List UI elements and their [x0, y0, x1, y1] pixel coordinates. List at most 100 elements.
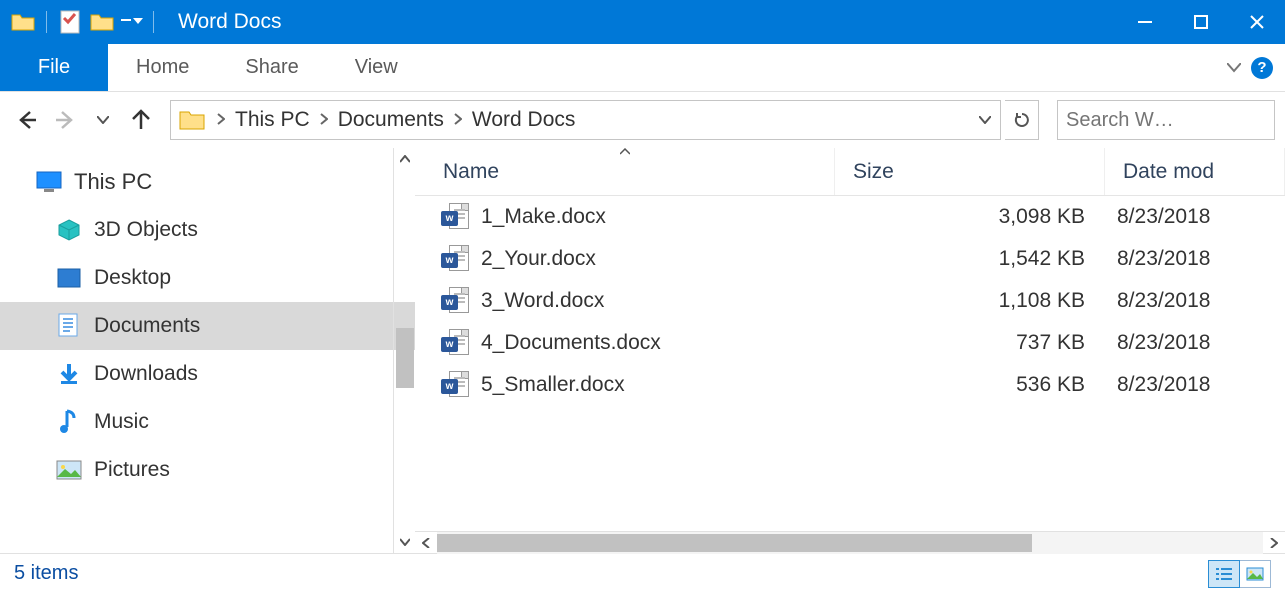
scroll-up-icon[interactable] — [394, 148, 415, 170]
address-bar[interactable]: This PC Documents Word Docs — [170, 100, 1001, 140]
up-button[interactable] — [124, 103, 158, 137]
file-size: 1,542 KB — [835, 247, 1105, 271]
titlebar: Word Docs — [0, 0, 1285, 44]
tree-pictures[interactable]: Pictures — [0, 446, 415, 494]
ribbon-collapse-icon[interactable] — [1227, 57, 1241, 78]
tab-share[interactable]: Share — [217, 44, 326, 91]
search-box[interactable] — [1057, 100, 1275, 140]
qat-separator — [46, 11, 47, 33]
file-name: 3_Word.docx — [481, 289, 604, 313]
tab-view[interactable]: View — [327, 44, 426, 91]
tree-documents[interactable]: Documents — [0, 302, 415, 350]
file-row[interactable]: w 3_Word.docx 1,108 KB 8/23/2018 — [415, 280, 1285, 322]
docx-icon: w — [443, 371, 469, 399]
tree-label: Music — [94, 410, 149, 434]
file-pane: Name Size Date mod w 1_Make.docx 3,098 K… — [415, 148, 1285, 553]
status-item-count: 5 items — [14, 562, 78, 585]
file-name: 2_Your.docx — [481, 247, 596, 271]
refresh-button[interactable] — [1005, 100, 1039, 140]
nav-scrollbar[interactable] — [393, 148, 415, 553]
title-separator — [153, 11, 154, 33]
search-input[interactable] — [1066, 109, 1285, 132]
tab-home[interactable]: Home — [108, 44, 217, 91]
column-date-label: Date mod — [1123, 160, 1214, 184]
file-size: 536 KB — [835, 373, 1105, 397]
file-date: 8/23/2018 — [1105, 247, 1285, 271]
qat-newfolder-icon[interactable] — [89, 9, 115, 35]
file-name: 4_Documents.docx — [481, 331, 661, 355]
forward-button[interactable] — [48, 103, 82, 137]
file-row[interactable]: w 4_Documents.docx 737 KB 8/23/2018 — [415, 322, 1285, 364]
address-folder-icon — [177, 105, 207, 135]
sort-indicator-icon — [620, 146, 630, 158]
cube-icon — [56, 217, 82, 243]
docx-icon: w — [443, 329, 469, 357]
scroll-right-icon[interactable] — [1263, 532, 1285, 554]
back-button[interactable] — [10, 103, 44, 137]
address-dropdown-icon[interactable] — [970, 116, 1000, 124]
pictures-icon — [56, 457, 82, 483]
view-details-button[interactable] — [1208, 560, 1240, 588]
download-icon — [56, 361, 82, 387]
tree-label: Pictures — [94, 458, 170, 482]
chevron-right-icon[interactable] — [316, 112, 332, 128]
breadcrumb-current[interactable]: Word Docs — [466, 108, 581, 132]
view-thumbnails-button[interactable] — [1239, 560, 1271, 588]
nav-row: This PC Documents Word Docs — [0, 92, 1285, 148]
file-row[interactable]: w 2_Your.docx 1,542 KB 8/23/2018 — [415, 238, 1285, 280]
ribbon: File Home Share View ? — [0, 44, 1285, 92]
file-date: 8/23/2018 — [1105, 331, 1285, 355]
horizontal-scrollbar[interactable] — [415, 531, 1285, 553]
file-name: 1_Make.docx — [481, 205, 606, 229]
scroll-thumb[interactable] — [437, 534, 1032, 552]
recent-locations-button[interactable] — [86, 103, 120, 137]
file-size: 1,108 KB — [835, 289, 1105, 313]
tree-downloads[interactable]: Downloads — [0, 350, 415, 398]
file-row[interactable]: w 5_Smaller.docx 536 KB 8/23/2018 — [415, 364, 1285, 406]
qat-folder-icon[interactable] — [10, 9, 36, 35]
music-icon — [56, 409, 82, 435]
file-list: w 1_Make.docx 3,098 KB 8/23/2018 w 2_You… — [415, 196, 1285, 531]
docx-icon: w — [443, 287, 469, 315]
docx-icon: w — [443, 245, 469, 273]
tree-this-pc[interactable]: This PC — [0, 158, 415, 206]
column-date[interactable]: Date mod — [1105, 148, 1285, 195]
file-size: 737 KB — [835, 331, 1105, 355]
chevron-right-icon[interactable] — [450, 112, 466, 128]
close-button[interactable] — [1229, 0, 1285, 44]
tree-desktop[interactable]: Desktop — [0, 254, 415, 302]
documents-icon — [56, 313, 82, 339]
window-title: Word Docs — [178, 10, 281, 34]
file-date: 8/23/2018 — [1105, 373, 1285, 397]
column-size[interactable]: Size — [835, 148, 1105, 195]
tree-3d-objects[interactable]: 3D Objects — [0, 206, 415, 254]
column-size-label: Size — [853, 160, 894, 184]
breadcrumb-this-pc[interactable]: This PC — [229, 108, 316, 132]
column-headers: Name Size Date mod — [415, 148, 1285, 196]
file-date: 8/23/2018 — [1105, 289, 1285, 313]
nav-pane: This PC 3D Objects Desktop Documents Dow… — [0, 148, 415, 553]
breadcrumb-documents[interactable]: Documents — [332, 108, 450, 132]
help-icon[interactable]: ? — [1251, 57, 1273, 79]
scroll-thumb[interactable] — [396, 328, 414, 388]
qat-properties-icon[interactable] — [57, 9, 83, 35]
column-name[interactable]: Name — [415, 148, 835, 195]
scroll-down-icon[interactable] — [394, 531, 415, 553]
file-row[interactable]: w 1_Make.docx 3,098 KB 8/23/2018 — [415, 196, 1285, 238]
tree-label: 3D Objects — [94, 218, 198, 242]
scroll-left-icon[interactable] — [415, 532, 437, 554]
tree-label: Documents — [94, 314, 200, 338]
minimize-button[interactable] — [1117, 0, 1173, 44]
monitor-icon — [36, 169, 62, 195]
file-name: 5_Smaller.docx — [481, 373, 625, 397]
docx-icon: w — [443, 203, 469, 231]
tree-music[interactable]: Music — [0, 398, 415, 446]
chevron-right-icon[interactable] — [213, 112, 229, 128]
qat-customize-icon[interactable] — [121, 18, 143, 26]
tree-label: Downloads — [94, 362, 198, 386]
file-tab[interactable]: File — [0, 44, 108, 91]
file-size: 3,098 KB — [835, 205, 1105, 229]
tree-label: This PC — [74, 169, 152, 195]
file-date: 8/23/2018 — [1105, 205, 1285, 229]
maximize-button[interactable] — [1173, 0, 1229, 44]
